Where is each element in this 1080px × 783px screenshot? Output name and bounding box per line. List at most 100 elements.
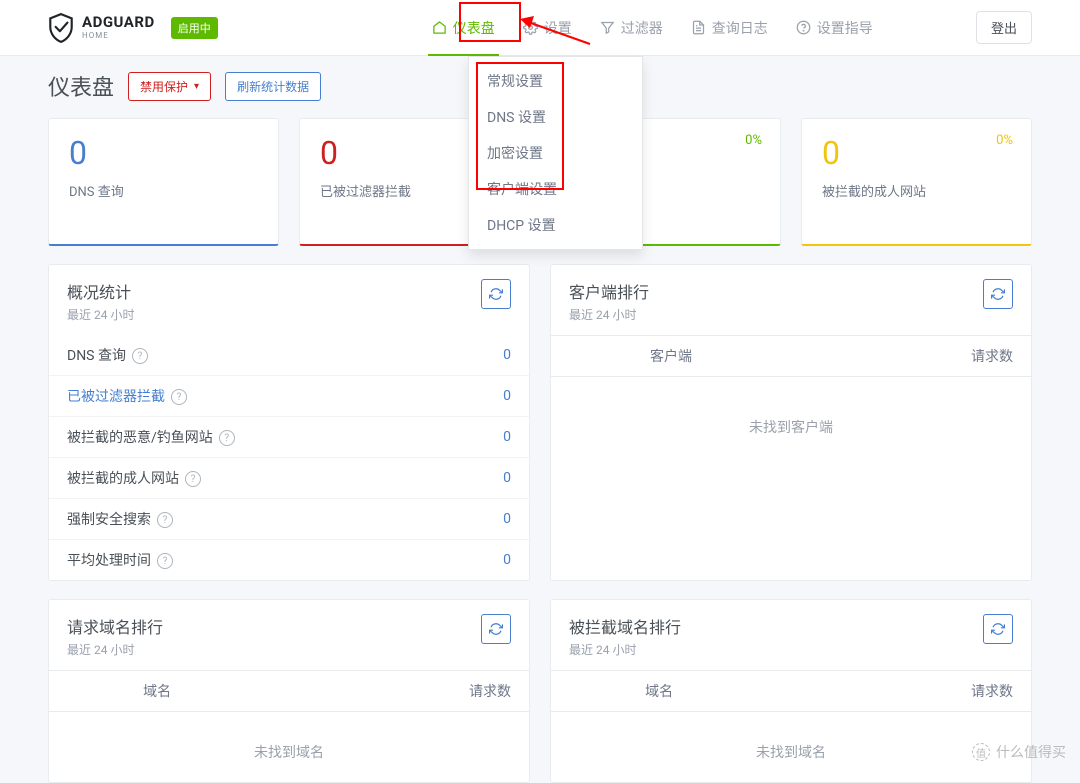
panel-title: 概况统计 [67, 279, 134, 303]
chevron-down-icon: ▾ [194, 81, 199, 92]
logo-subtitle: HOME [82, 32, 155, 40]
watermark-icon: 值 [972, 743, 990, 761]
col-domain: 域名 [551, 671, 767, 712]
panel-subtitle: 最近 24 小时 [67, 641, 163, 658]
filter-icon [600, 20, 615, 35]
nav-settings-label: 设置 [544, 18, 572, 38]
stat-label: 被拦截的成人网站 [822, 181, 1011, 200]
refresh-icon [991, 287, 1005, 301]
row-value: 0 [444, 540, 529, 581]
panel-title: 客户端排行 [569, 279, 649, 303]
row-value: 0 [444, 499, 529, 540]
refresh-icon [489, 287, 503, 301]
help-icon[interactable]: ? [157, 553, 173, 569]
nav-filters[interactable]: 过滤器 [586, 0, 677, 56]
row-label: 平均处理时间 [67, 553, 151, 569]
nav-querylog[interactable]: 查询日志 [677, 0, 782, 56]
dropdown-clients[interactable]: 客户端设置 [469, 171, 642, 207]
nav-filters-label: 过滤器 [621, 18, 663, 38]
disable-protection-button[interactable]: 禁用保护 ▾ [128, 72, 211, 101]
nav-guide-label: 设置指导 [817, 18, 873, 38]
help-icon[interactable]: ? [132, 348, 148, 364]
dropdown-dhcp[interactable]: DHCP 设置 [469, 207, 642, 243]
panel-subtitle: 最近 24 小时 [569, 641, 681, 658]
disable-protection-label: 禁用保护 [140, 78, 188, 95]
panel-title: 请求域名排行 [67, 614, 163, 638]
panel-subtitle: 最近 24 小时 [569, 306, 649, 323]
table-row: 被拦截的恶意/钓鱼网站? 0 [49, 417, 529, 458]
refresh-button[interactable] [983, 614, 1013, 644]
header: ADGUARD HOME 启用中 仪表盘 设置 过滤器 查询日志 设置指导 登出 [0, 0, 1080, 56]
table-row: DNS 查询? 0 [49, 335, 529, 376]
table-row: 平均处理时间? 0 [49, 540, 529, 581]
table-row: 已被过滤器拦截? 0 [49, 376, 529, 417]
row-label[interactable]: 已被过滤器拦截 [67, 389, 165, 405]
nav-dashboard[interactable]: 仪表盘 [418, 0, 509, 56]
panel-blocked-domains: 被拦截域名排行 最近 24 小时 域名请求数 未找到域名 [550, 599, 1032, 783]
row-label: 被拦截的恶意/钓鱼网站 [67, 430, 213, 446]
row-label: 强制安全搜索 [67, 512, 151, 528]
stat-percent: 0% [996, 133, 1013, 148]
file-text-icon [691, 20, 706, 35]
refresh-button[interactable] [481, 614, 511, 644]
clients-table: 客户端请求数 [551, 335, 1031, 377]
blocked-domains-table: 域名请求数 [551, 670, 1031, 712]
help-icon[interactable]: ? [171, 389, 187, 405]
logout-button[interactable]: 登出 [976, 11, 1032, 44]
nav-dashboard-label: 仪表盘 [453, 18, 495, 38]
empty-message: 未找到域名 [551, 712, 1031, 782]
main-nav: 仪表盘 设置 过滤器 查询日志 设置指导 [418, 0, 887, 56]
refresh-icon [489, 622, 503, 636]
row-value: 0 [444, 376, 529, 417]
dropdown-general[interactable]: 常规设置 [469, 63, 642, 99]
row-value: 0 [444, 335, 529, 376]
panel-top-domains: 请求域名排行 最近 24 小时 域名请求数 未找到域名 [48, 599, 530, 783]
empty-message: 未找到域名 [49, 712, 529, 782]
dropdown-dns[interactable]: DNS 设置 [469, 99, 642, 135]
col-requests: 请求数 [767, 671, 1031, 712]
stat-percent: 0% [745, 133, 762, 148]
col-client: 客户端 [551, 336, 791, 377]
panel-clients: 客户端排行 最近 24 小时 客户端请求数 未找到客户端 [550, 264, 1032, 581]
col-requests: 请求数 [265, 671, 529, 712]
panel-overview: 概况统计 最近 24 小时 DNS 查询?0 已被过滤器拦截?0 被拦截的恶意/… [48, 264, 530, 581]
stat-card-dns-queries: 0 DNS 查询 [48, 118, 279, 246]
logo[interactable]: ADGUARD HOME 启用中 [48, 13, 218, 43]
nav-guide[interactable]: 设置指导 [782, 0, 887, 56]
page-title: 仪表盘 [48, 70, 114, 102]
refresh-icon [991, 622, 1005, 636]
help-icon[interactable]: ? [219, 430, 235, 446]
empty-message: 未找到客户端 [551, 377, 1031, 487]
shield-check-icon [48, 13, 74, 43]
nav-settings[interactable]: 设置 [509, 0, 586, 56]
status-badge: 启用中 [171, 17, 218, 39]
panel-title: 被拦截域名排行 [569, 614, 681, 638]
watermark-text: 什么值得买 [996, 742, 1066, 762]
col-requests: 请求数 [791, 336, 1031, 377]
stat-label: DNS 查询 [69, 181, 258, 200]
help-circle-icon [796, 20, 811, 35]
logo-brand: ADGUARD [82, 15, 155, 30]
table-row: 强制安全搜索? 0 [49, 499, 529, 540]
row-label: 被拦截的成人网站 [67, 471, 179, 487]
overview-table: DNS 查询? 0 已被过滤器拦截? 0 被拦截的恶意/钓鱼网站? 0 被拦截的成人网… [49, 335, 529, 580]
table-row: 被拦截的成人网站? 0 [49, 458, 529, 499]
refresh-stats-button[interactable]: 刷新统计数据 [225, 72, 321, 101]
refresh-button[interactable] [481, 279, 511, 309]
top-domains-table: 域名请求数 [49, 670, 529, 712]
row-label: DNS 查询 [67, 348, 126, 364]
help-icon[interactable]: ? [185, 471, 201, 487]
settings-dropdown: 常规设置 DNS 设置 加密设置 客户端设置 DHCP 设置 [468, 56, 643, 250]
help-icon[interactable]: ? [157, 512, 173, 528]
stat-value: 0 [822, 137, 1011, 169]
row-value: 0 [444, 417, 529, 458]
nav-querylog-label: 查询日志 [712, 18, 768, 38]
stat-value: 0 [69, 137, 258, 169]
row-value: 0 [444, 458, 529, 499]
col-domain: 域名 [49, 671, 265, 712]
watermark: 值 什么值得买 [972, 742, 1066, 762]
dropdown-encryption[interactable]: 加密设置 [469, 135, 642, 171]
stat-card-adult: 0% 0 被拦截的成人网站 [801, 118, 1032, 246]
gear-icon [523, 20, 538, 35]
refresh-button[interactable] [983, 279, 1013, 309]
